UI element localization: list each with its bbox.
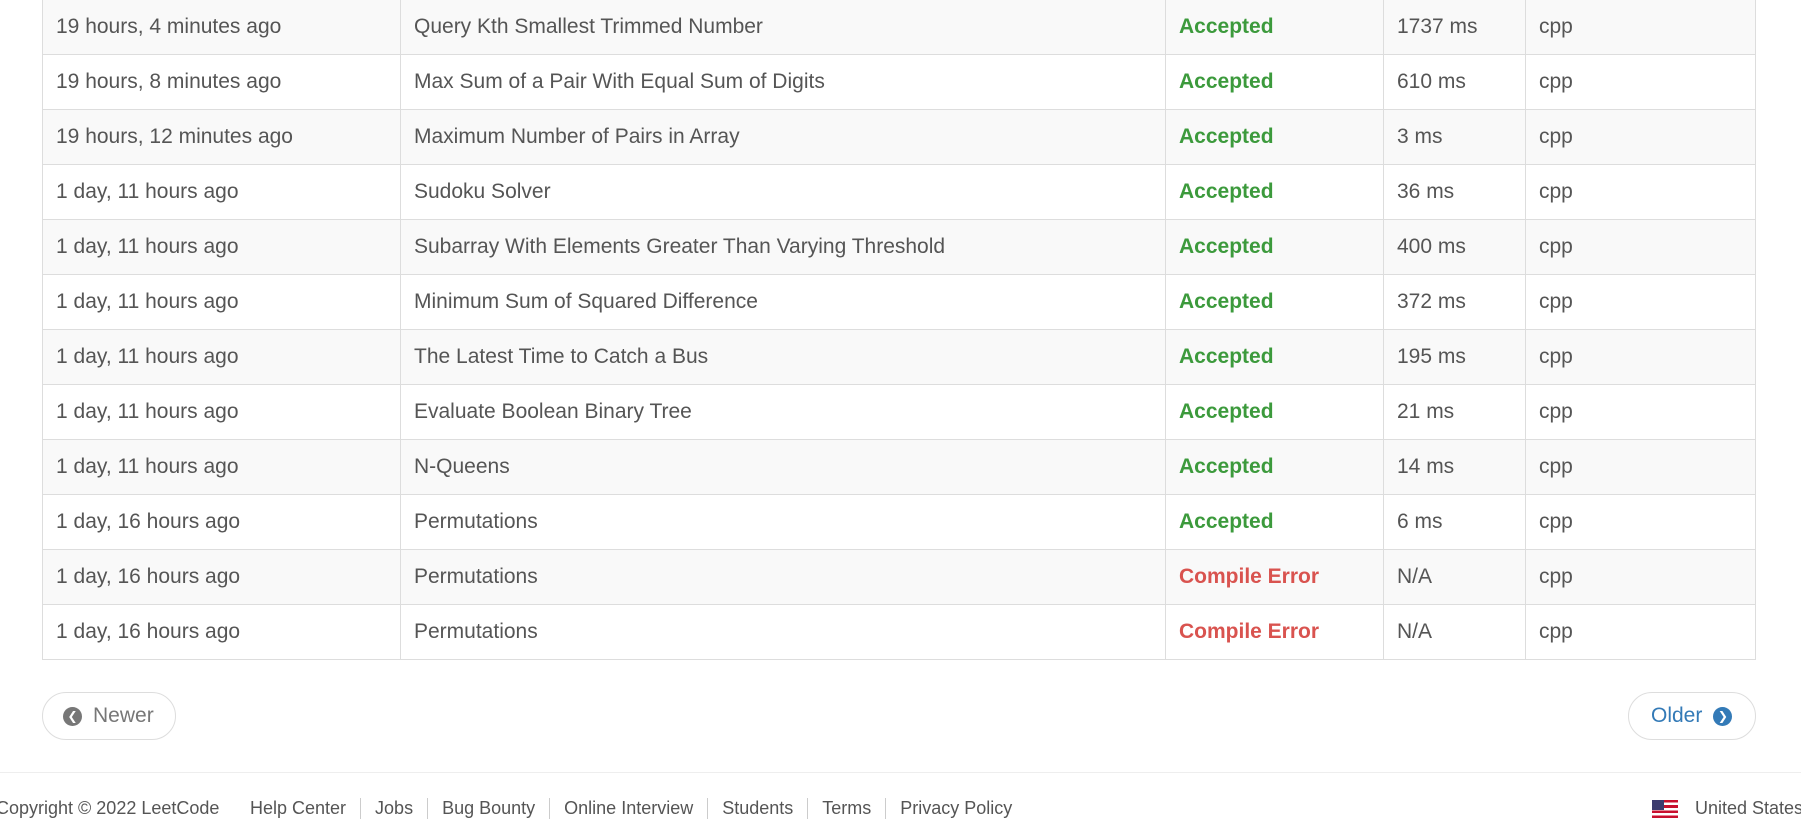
runtime: 36 ms (1383, 164, 1526, 220)
runtime: 610 ms (1383, 54, 1526, 110)
table-row: 1 day, 11 hours ago Sudoku Solver Accepted… (42, 164, 1756, 220)
question-link[interactable]: Minimum Sum of Squared Difference (400, 274, 1166, 330)
status-link[interactable]: Accepted (1165, 54, 1384, 110)
table-row: 1 day, 16 hours ago Permutations Compile E… (42, 549, 1756, 605)
status-link[interactable]: Accepted (1165, 164, 1384, 220)
table-row: 1 day, 11 hours ago The Latest Time to Ca… (42, 329, 1756, 385)
question-link[interactable]: Permutations (400, 494, 1166, 550)
language: cpp (1525, 549, 1756, 605)
submission-time: 1 day, 16 hours ago (42, 604, 401, 660)
status-link[interactable]: Accepted (1165, 0, 1384, 55)
question-link[interactable]: Permutations (400, 604, 1166, 660)
table-row: 1 day, 16 hours ago Permutations Accepted 6… (42, 494, 1756, 550)
us-flag-icon (1652, 799, 1678, 818)
table-row: 1 day, 11 hours ago Evaluate Boolean Bina… (42, 384, 1756, 440)
submission-time: 19 hours, 4 minutes ago (42, 0, 401, 55)
status-link[interactable]: Accepted (1165, 109, 1384, 165)
submission-time: 1 day, 11 hours ago (42, 219, 401, 275)
status-link[interactable]: Accepted (1165, 329, 1384, 385)
language: cpp (1525, 384, 1756, 440)
runtime: 1737 ms (1383, 0, 1526, 55)
submission-time: 1 day, 11 hours ago (42, 439, 401, 495)
language: cpp (1525, 274, 1756, 330)
status-link[interactable]: Accepted (1165, 384, 1384, 440)
table-row: 1 day, 11 hours ago N-Queens Accepted 14 ms… (42, 439, 1756, 495)
runtime: 3 ms (1383, 109, 1526, 165)
runtime: N/A (1383, 549, 1526, 605)
table-row: 19 hours, 4 minutes ago Query Kth Smalles… (42, 0, 1756, 55)
language: cpp (1525, 439, 1756, 495)
language: cpp (1525, 54, 1756, 110)
question-link[interactable]: Permutations (400, 549, 1166, 605)
runtime: 21 ms (1383, 384, 1526, 440)
status-link[interactable]: Accepted (1165, 219, 1384, 275)
table-row: 1 day, 11 hours ago Subarray With Element… (42, 219, 1756, 275)
language: cpp (1525, 219, 1756, 275)
submission-time: 1 day, 16 hours ago (42, 549, 401, 605)
table-row: 19 hours, 8 minutes ago Max Sum of a Pair… (42, 54, 1756, 110)
runtime: 195 ms (1383, 329, 1526, 385)
language: cpp (1525, 0, 1756, 55)
runtime: 14 ms (1383, 439, 1526, 495)
language: cpp (1525, 164, 1756, 220)
status-link[interactable]: Compile Error (1165, 604, 1384, 660)
older-button[interactable]: Older ❯ (1628, 692, 1756, 740)
newer-label: Newer (93, 704, 154, 727)
table-row: 1 day, 11 hours ago Minimum Sum of Square… (42, 274, 1756, 330)
question-link[interactable]: N-Queens (400, 439, 1166, 495)
question-link[interactable]: Query Kth Smallest Trimmed Number (400, 0, 1166, 55)
language: cpp (1525, 494, 1756, 550)
submissions-table: 19 hours, 4 minutes ago Query Kth Smalles… (42, 0, 1756, 660)
footer-divider (0, 772, 1801, 773)
newer-button[interactable]: ❮ Newer (42, 692, 176, 740)
status-link[interactable]: Accepted (1165, 274, 1384, 330)
question-link[interactable]: Maximum Number of Pairs in Array (400, 109, 1166, 165)
question-link[interactable]: Sudoku Solver (400, 164, 1166, 220)
question-link[interactable]: The Latest Time to Catch a Bus (400, 329, 1166, 385)
status-link[interactable]: Compile Error (1165, 549, 1384, 605)
submission-time: 19 hours, 8 minutes ago (42, 54, 401, 110)
status-link[interactable]: Accepted (1165, 494, 1384, 550)
question-link[interactable]: Subarray With Elements Greater Than Vary… (400, 219, 1166, 275)
submission-time: 1 day, 11 hours ago (42, 274, 401, 330)
runtime: 400 ms (1383, 219, 1526, 275)
table-row: 19 hours, 12 minutes ago Maximum Number o… (42, 109, 1756, 165)
submission-time: 1 day, 11 hours ago (42, 164, 401, 220)
chevron-left-circle-icon: ❮ (63, 706, 82, 726)
table-row: 1 day, 16 hours ago Permutations Compile E… (42, 604, 1756, 660)
runtime: N/A (1383, 604, 1526, 660)
status-link[interactable]: Accepted (1165, 439, 1384, 495)
language: cpp (1525, 109, 1756, 165)
runtime: 372 ms (1383, 274, 1526, 330)
language: cpp (1525, 329, 1756, 385)
question-link[interactable]: Max Sum of a Pair With Equal Sum of Digi… (400, 54, 1166, 110)
submission-time: 1 day, 11 hours ago (42, 329, 401, 385)
runtime: 6 ms (1383, 494, 1526, 550)
submission-time: 1 day, 16 hours ago (42, 494, 401, 550)
submissions-table-body: 19 hours, 4 minutes ago Query Kth Smalles… (42, 0, 1756, 660)
submission-time: 1 day, 11 hours ago (42, 384, 401, 440)
question-link[interactable]: Evaluate Boolean Binary Tree (400, 384, 1166, 440)
older-label: Older (1651, 704, 1703, 727)
chevron-right-circle-icon: ❯ (1713, 706, 1733, 726)
submission-time: 19 hours, 12 minutes ago (42, 109, 401, 165)
language: cpp (1525, 604, 1756, 660)
